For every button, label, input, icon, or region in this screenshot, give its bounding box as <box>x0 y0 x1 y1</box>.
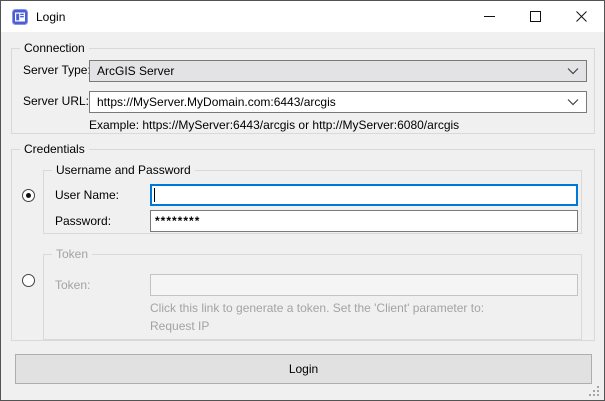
server-url-example: Example: https://MyServer:6443/arcgis or… <box>89 118 459 132</box>
maximize-icon <box>530 11 541 22</box>
username-password-radio[interactable] <box>22 189 35 202</box>
token-radio[interactable] <box>22 274 35 287</box>
text-cursor <box>154 188 155 202</box>
server-type-label: Server Type: <box>23 63 91 77</box>
close-button[interactable] <box>558 1 604 32</box>
server-url-value: https://MyServer.MyDomain.com:6443/arcgi… <box>97 95 563 109</box>
token-input <box>150 274 578 296</box>
maximize-button[interactable] <box>512 1 558 32</box>
window-title: Login <box>36 10 65 24</box>
username-password-group-label: Username and Password <box>52 163 195 177</box>
minimize-icon <box>484 11 495 22</box>
title-bar[interactable]: Login <box>1 1 604 32</box>
server-url-label: Server URL: <box>23 94 89 108</box>
chevron-down-icon <box>567 67 579 75</box>
token-label: Token: <box>55 278 90 292</box>
login-dialog: Login Connection Server Type: ArcGIS Ser… <box>0 0 605 401</box>
resize-grip-icon[interactable] <box>589 386 600 397</box>
username-password-group: Username and Password User Name: Passwor… <box>43 170 582 234</box>
token-group-label: Token <box>52 247 92 261</box>
server-url-combobox[interactable]: https://MyServer.MyDomain.com:6443/arcgi… <box>89 91 587 113</box>
chevron-down-icon <box>567 98 579 106</box>
token-request-link: Request IP <box>150 319 209 333</box>
username-label: User Name: <box>55 188 119 202</box>
server-type-value: ArcGIS Server <box>97 64 563 78</box>
token-group: Token Token: Click this link to generate… <box>43 254 582 340</box>
close-icon <box>576 11 587 22</box>
app-window-icon <box>12 9 28 25</box>
server-type-combobox[interactable]: ArcGIS Server <box>89 60 587 82</box>
connection-group-label: Connection <box>20 41 89 55</box>
password-input[interactable] <box>150 210 578 232</box>
token-helper-text: Click this link to generate a token. Set… <box>150 301 484 315</box>
password-label: Password: <box>55 214 111 228</box>
login-button-label: Login <box>289 362 318 376</box>
login-button[interactable]: Login <box>15 354 592 384</box>
credentials-group-label: Credentials <box>20 142 89 156</box>
username-input[interactable] <box>150 184 578 206</box>
caption-buttons <box>466 1 604 32</box>
minimize-button[interactable] <box>466 1 512 32</box>
credentials-group: Credentials Username and Password User N… <box>11 149 595 341</box>
connection-group: Connection Server Type: ArcGIS Server Se… <box>11 48 595 134</box>
